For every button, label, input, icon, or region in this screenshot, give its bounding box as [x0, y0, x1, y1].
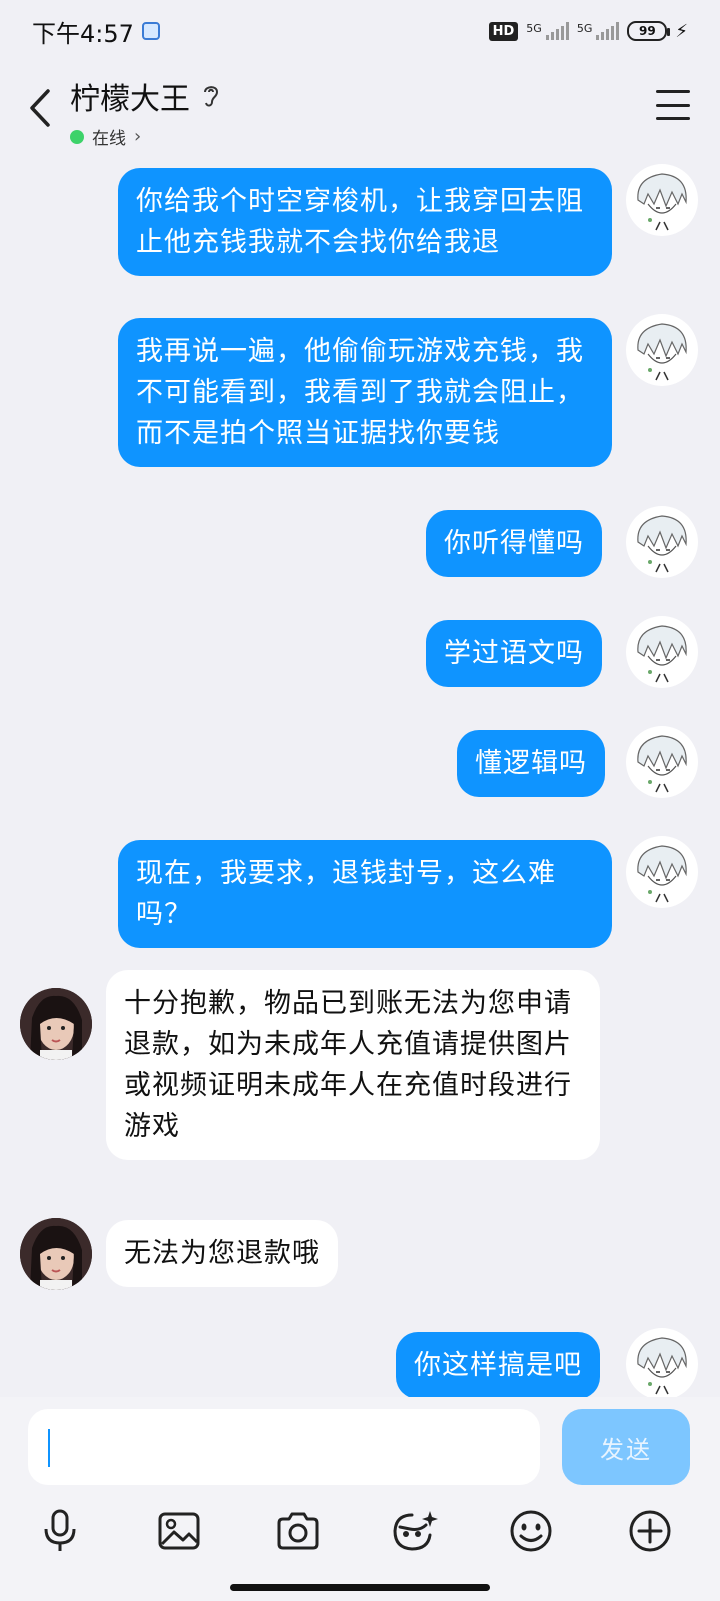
signal-1-icon: 5G	[526, 22, 569, 40]
network-2-label: 5G	[576, 22, 593, 35]
camera-icon[interactable]	[272, 1505, 324, 1557]
incoming-message[interactable]: 无法为您退款哦	[106, 1220, 338, 1287]
chevron-right-icon: ›	[134, 126, 142, 147]
outgoing-message[interactable]: 现在，我要求，退钱封号，这么难吗？	[118, 840, 612, 948]
online-status-text: 在线	[92, 129, 126, 149]
self-avatar[interactable]	[626, 726, 698, 798]
online-status[interactable]: 在线 ›	[70, 124, 222, 149]
portrait-avatar-icon	[20, 988, 92, 1060]
menu-icon-bar	[656, 117, 690, 120]
hd-voice-icon: HD	[488, 21, 519, 41]
outgoing-message[interactable]: 懂逻辑吗	[457, 730, 605, 797]
outgoing-message[interactable]: 你听得懂吗	[426, 510, 602, 577]
self-avatar[interactable]	[626, 314, 698, 386]
incoming-message[interactable]: 十分抱歉，物品已到账无法为您申请退款，如为未成年人充值请提供图片或视频证明未成年…	[106, 970, 600, 1160]
menu-button[interactable]	[656, 90, 690, 120]
self-avatar[interactable]	[626, 164, 698, 236]
microphone-icon[interactable]	[34, 1505, 86, 1557]
menu-icon-bar	[656, 103, 690, 107]
chat-header: 柠檬大王 在线 ›	[0, 62, 720, 152]
contact-avatar[interactable]	[20, 1218, 92, 1290]
notification-app-icon	[141, 22, 160, 40]
charging-icon: ⚡	[675, 20, 688, 42]
outgoing-message[interactable]: 学过语文吗	[426, 620, 602, 687]
anime-avatar-icon	[637, 515, 687, 573]
signal-2-icon: 5G	[577, 22, 620, 40]
self-avatar[interactable]	[626, 616, 698, 688]
online-dot-icon	[70, 129, 84, 144]
menu-icon-bar	[656, 90, 690, 93]
anime-avatar-icon	[637, 845, 687, 903]
message-input[interactable]	[28, 1409, 540, 1485]
contact-name: 柠檬大王	[70, 82, 190, 117]
composer: 发送	[0, 1397, 720, 1601]
outgoing-message[interactable]: 你这样搞是吧	[396, 1332, 600, 1397]
chevron-left-icon	[30, 89, 50, 127]
self-avatar[interactable]	[626, 506, 698, 578]
composer-toolbar	[0, 1497, 720, 1567]
contact-info[interactable]: 柠檬大王 在线 ›	[70, 74, 222, 149]
text-caret	[48, 1429, 50, 1467]
status-time: 下午4:57	[32, 19, 134, 48]
emoji-icon[interactable]	[505, 1505, 557, 1557]
send-button[interactable]: 发送	[562, 1409, 690, 1485]
network-1-label: 5G	[526, 22, 542, 35]
anime-avatar-icon	[637, 625, 687, 683]
battery-icon: 99	[627, 21, 671, 41]
portrait-avatar-icon	[20, 1218, 92, 1290]
self-avatar[interactable]	[626, 836, 698, 908]
outgoing-message[interactable]: 我再说一遍，他偷偷玩游戏充钱，我不可能看到，我看到了我就会阻止，而不是拍个照当证…	[118, 318, 612, 467]
ear-icon	[204, 86, 219, 107]
anime-avatar-icon	[637, 323, 687, 381]
anime-avatar-icon	[637, 1337, 687, 1395]
contact-avatar[interactable]	[20, 988, 92, 1060]
anime-avatar-icon	[637, 173, 687, 231]
status-bar: 下午4:57 HD 5G 5G 99 ⚡	[0, 0, 720, 62]
home-indicator[interactable]	[230, 1584, 490, 1591]
plus-icon[interactable]	[624, 1505, 676, 1557]
anime-avatar-icon	[637, 735, 687, 793]
message-list[interactable]: 你给我个时空穿梭机，让我穿回去阻止他充钱我就不会找你给我退 我再说一遍，他偷偷玩…	[0, 152, 720, 1397]
back-button[interactable]	[22, 84, 58, 132]
self-avatar[interactable]	[626, 1328, 698, 1397]
image-icon[interactable]	[153, 1505, 205, 1557]
outgoing-message[interactable]: 你给我个时空穿梭机，让我穿回去阻止他充钱我就不会找你给我退	[118, 168, 612, 276]
sticker-icon[interactable]	[388, 1505, 440, 1557]
